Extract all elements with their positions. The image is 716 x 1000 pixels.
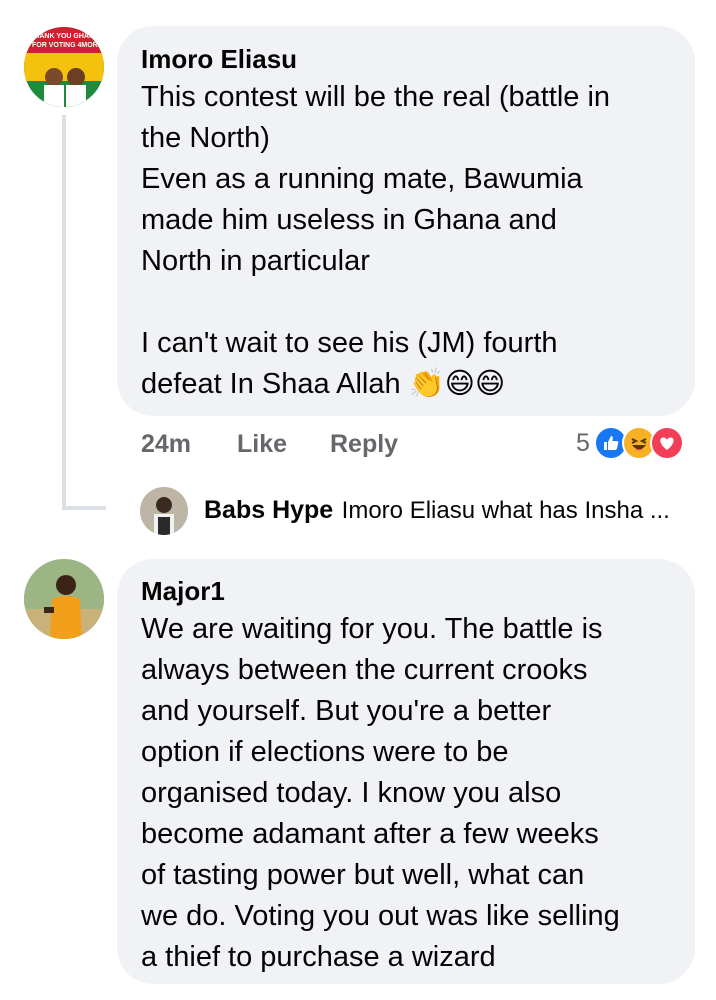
love-icon: [649, 426, 684, 460]
reactions-summary[interactable]: 5: [576, 426, 684, 460]
thread-line-vertical: [62, 115, 66, 510]
reaction-count: 5: [576, 428, 590, 457]
like-button[interactable]: Like: [237, 430, 287, 459]
comment-text: This contest will be the real (battle in…: [141, 81, 611, 400]
avatar-banner-text: THANK YOU GHANA: [30, 33, 100, 40]
reply-snippet: Imoro Eliasu what has Insha ...: [341, 497, 670, 524]
thread-line-horizontal: [62, 506, 106, 510]
avatar-banner-text: FOR VOTING 4MORE: [32, 42, 103, 49]
comment-timestamp[interactable]: 24m: [141, 430, 191, 459]
comment-text: We are waiting for you. The battle is al…: [141, 613, 620, 973]
reply-button[interactable]: Reply: [330, 430, 398, 459]
avatar[interactable]: [140, 487, 188, 535]
comment-author[interactable]: Imoro Eliasu: [141, 44, 297, 75]
avatar[interactable]: THANK YOU GHANA FOR VOTING 4MORE: [24, 27, 104, 107]
avatar[interactable]: [24, 559, 104, 639]
reply-author[interactable]: Babs Hype: [204, 496, 333, 524]
comment-author[interactable]: Major1: [141, 576, 225, 607]
reply-preview[interactable]: Babs Hype Imoro Eliasu what has Insha ..…: [204, 496, 704, 525]
